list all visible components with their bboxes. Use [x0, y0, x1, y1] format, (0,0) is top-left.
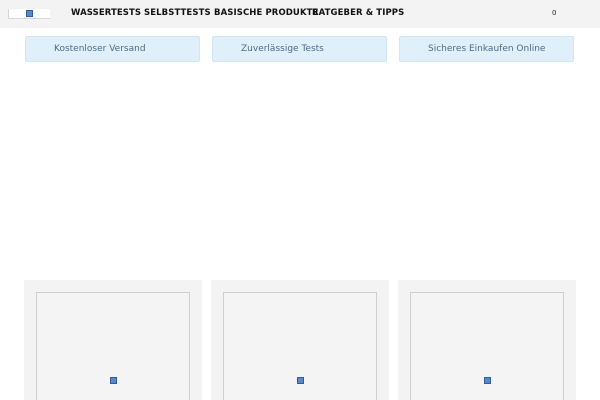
nav-item-ratgeber-tipps[interactable]: RATGEBER & TIPPS: [312, 8, 404, 18]
nav-item-selbsttests[interactable]: SELBSTTESTS: [144, 8, 211, 18]
feature-reliable-tests: Zuverlässige Tests: [212, 36, 387, 62]
feature-secure-shopping: Sicheres Einkaufen Online: [399, 36, 574, 62]
feature-label: Sicheres Einkaufen Online: [428, 44, 546, 54]
product-image[interactable]: [223, 292, 377, 400]
nav-item-basische-produkte[interactable]: BASISCHE PRODUKTE: [214, 8, 318, 18]
cart-count[interactable]: 0: [552, 9, 556, 17]
nav-item-wassertests[interactable]: WASSERTESTS: [71, 8, 141, 18]
header-bar: WASSERTESTS SELBSTTESTS BASISCHE PRODUKT…: [0, 0, 600, 28]
broken-image-icon: [110, 377, 117, 384]
product-card[interactable]: [398, 280, 576, 400]
feature-label: Zuverlässige Tests: [241, 44, 324, 54]
broken-image-icon: [484, 377, 491, 384]
broken-image-icon: [26, 10, 33, 17]
feature-free-shipping: Kostenloser Versand: [25, 36, 200, 62]
product-card[interactable]: [24, 280, 202, 400]
feature-label: Kostenloser Versand: [54, 44, 146, 54]
product-card[interactable]: [211, 280, 389, 400]
broken-image-icon: [297, 377, 304, 384]
product-image[interactable]: [36, 292, 190, 400]
logo[interactable]: [8, 9, 50, 19]
product-image[interactable]: [410, 292, 564, 400]
